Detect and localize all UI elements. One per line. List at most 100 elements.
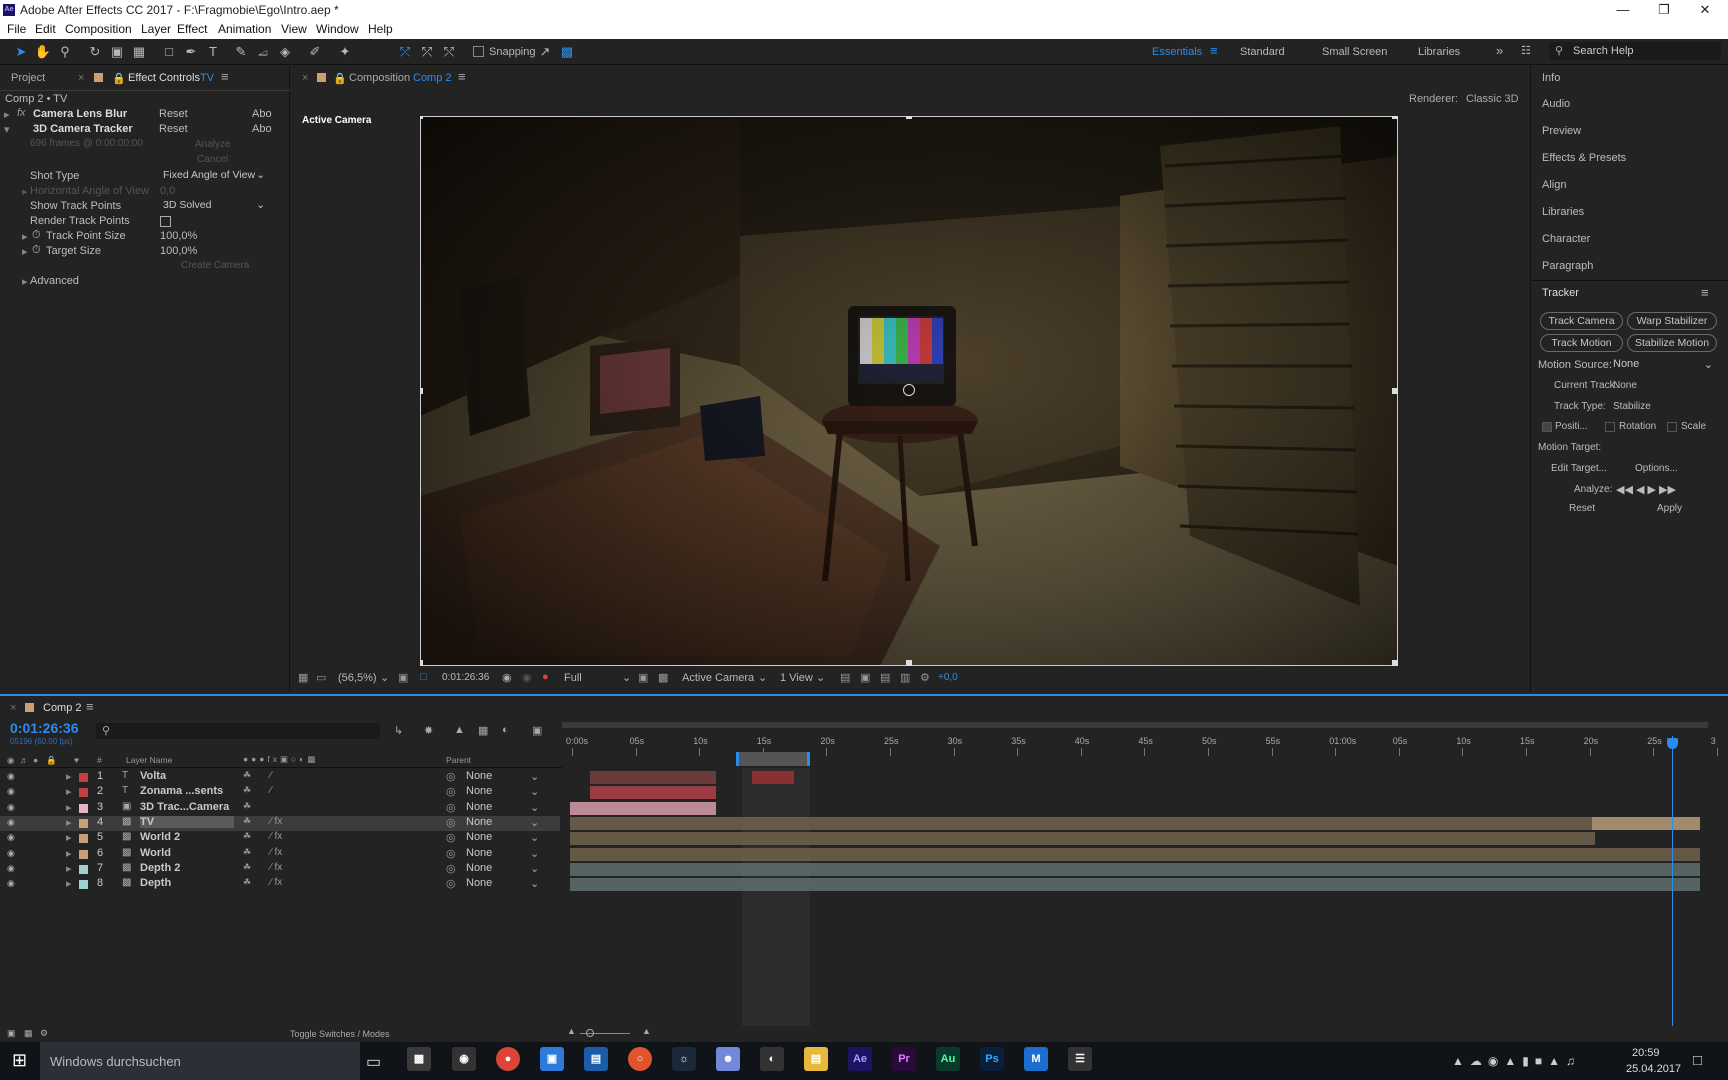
- pan-behind-tool-icon[interactable]: ▦: [130, 43, 148, 61]
- collapse-arrow-icon[interactable]: ▾: [4, 123, 10, 136]
- layer-duration-bar[interactable]: [570, 878, 1700, 892]
- about-link[interactable]: Abo: [252, 123, 272, 135]
- effect-controls-target[interactable]: TV: [200, 72, 214, 84]
- task-view-icon[interactable]: ▭: [366, 1052, 381, 1072]
- brush-tool-icon[interactable]: ✎: [232, 43, 250, 61]
- audition-icon[interactable]: Au: [936, 1047, 960, 1071]
- edit-target-button[interactable]: Edit Target...: [1551, 463, 1607, 474]
- maximize-button[interactable]: ❐: [1641, 0, 1687, 20]
- pickwhip-icon[interactable]: ◎: [446, 847, 456, 860]
- parent-dropdown[interactable]: None: [466, 770, 492, 782]
- panel-menu-icon[interactable]: ≡: [458, 69, 466, 84]
- shy-switch-icon[interactable]: ☘: [243, 877, 251, 888]
- workspace-essentials[interactable]: Essentials: [1152, 46, 1202, 58]
- transform-handle[interactable]: [1392, 388, 1398, 394]
- align-panel[interactable]: Align: [1542, 179, 1566, 191]
- clone-stamp-tool-icon[interactable]: ⧡: [254, 43, 272, 61]
- layer-row[interactable]: ◉ ▸ 7 ▩ Depth 2 ☘ ∕ fx ◎ None ⌄: [0, 862, 560, 877]
- workspace-standard[interactable]: Standard: [1240, 46, 1285, 58]
- scale-checkbox[interactable]: [1667, 422, 1677, 432]
- notifications-icon[interactable]: □: [1693, 1052, 1702, 1069]
- close-button[interactable]: ✕: [1682, 0, 1728, 20]
- rotate-tool-icon[interactable]: ↻: [86, 43, 104, 61]
- eye-icon[interactable]: ◉: [7, 848, 15, 859]
- workspace-menu-icon[interactable]: ≡: [1210, 43, 1218, 58]
- solo-icon[interactable]: ●: [33, 755, 38, 765]
- layer-name[interactable]: World 2: [140, 831, 180, 843]
- shy-switch-icon[interactable]: ☘: [243, 847, 251, 858]
- chrome-icon[interactable]: ●: [496, 1047, 520, 1071]
- apply-button[interactable]: Apply: [1657, 503, 1682, 514]
- shy-switch-icon[interactable]: ☘: [243, 801, 251, 812]
- reset-button[interactable]: Reset: [1569, 503, 1595, 514]
- close-tab-icon[interactable]: ×: [78, 72, 84, 84]
- show-track-points-dropdown[interactable]: 3D Solved ⌄: [163, 199, 265, 213]
- layer-row[interactable]: ◉ ▸ 6 ▩ World ☘ ∕ fx ◎ None ⌄: [0, 847, 560, 862]
- libraries-panel[interactable]: Libraries: [1542, 206, 1584, 218]
- fx-switch-icon[interactable]: ∕ fx: [270, 816, 282, 827]
- lock-icon[interactable]: 🔒: [46, 755, 57, 766]
- photoshop-icon[interactable]: Ps: [980, 1047, 1004, 1071]
- composition-viewer[interactable]: [420, 116, 1398, 666]
- system-tray-icons[interactable]: ▲☁◉▲▮■▲♫: [1452, 1054, 1581, 1068]
- snap-edges-icon[interactable]: ↗: [536, 43, 554, 61]
- layer-duration-bar[interactable]: [752, 771, 794, 784]
- character-panel[interactable]: Character: [1542, 233, 1590, 245]
- rectangle-tool-icon[interactable]: □: [160, 43, 178, 61]
- preview-panel[interactable]: Preview: [1542, 125, 1581, 137]
- paragraph-panel[interactable]: Paragraph: [1542, 260, 1593, 272]
- info-panel[interactable]: Info: [1542, 72, 1560, 84]
- pickwhip-icon[interactable]: ◎: [446, 770, 456, 783]
- expand-arrow-icon[interactable]: ▸: [22, 185, 28, 198]
- layer-name[interactable]: Zonama ...sents: [140, 785, 223, 797]
- render-track-points-checkbox[interactable]: [160, 216, 171, 227]
- shy-switch-icon[interactable]: ☘: [243, 816, 251, 827]
- menu-animation[interactable]: Animation: [218, 22, 271, 36]
- stabilize-motion-button[interactable]: Stabilize Motion: [1627, 334, 1717, 352]
- track-point-size-value[interactable]: 100,0%: [160, 230, 197, 242]
- flowchart-icon[interactable]: ▥: [900, 671, 910, 684]
- menu-layer[interactable]: Layer: [141, 22, 171, 36]
- local-axis-icon[interactable]: ⤱: [396, 43, 414, 61]
- shy-switch-icon[interactable]: ☘: [243, 770, 251, 781]
- layer-row[interactable]: ◉ ▸ 5 ▩ World 2 ☘ ∕ fx ◎ None ⌄: [0, 831, 560, 846]
- zoom-in-icon[interactable]: ▲: [642, 1026, 651, 1036]
- layer-duration-bar[interactable]: [590, 786, 716, 800]
- roto-brush-tool-icon[interactable]: ✐: [306, 43, 324, 61]
- clock-time[interactable]: 20:59: [1632, 1047, 1660, 1059]
- advanced-group[interactable]: Advanced: [30, 275, 79, 287]
- fx-switch-icon[interactable]: ∕: [270, 785, 272, 796]
- transform-handle[interactable]: [906, 116, 912, 119]
- work-area-range[interactable]: [736, 752, 810, 766]
- eye-icon[interactable]: ◉: [7, 863, 15, 874]
- parent-dropdown[interactable]: None: [466, 785, 492, 797]
- analyze-back-icon[interactable]: ◀◀ ◀ ▶ ▶▶: [1616, 483, 1676, 496]
- fx-switch-icon[interactable]: ∕ fx: [270, 847, 282, 858]
- always-preview-icon[interactable]: ▦: [298, 671, 308, 684]
- eye-icon[interactable]: ◉: [7, 802, 15, 813]
- layer-duration-bar[interactable]: [570, 847, 1700, 861]
- parent-dropdown[interactable]: None: [466, 877, 492, 889]
- app-icon[interactable]: ▣: [540, 1047, 564, 1071]
- exposure-value[interactable]: +0,0: [938, 672, 958, 683]
- type-tool-icon[interactable]: T: [204, 43, 222, 61]
- eye-icon[interactable]: ◉: [7, 771, 15, 782]
- pickwhip-icon[interactable]: ◎: [446, 816, 456, 829]
- draft-3d-icon[interactable]: ✸: [424, 724, 433, 737]
- zoom-out-icon[interactable]: ▲: [567, 1026, 576, 1036]
- transfer-controls-icon[interactable]: ▦: [24, 1028, 33, 1039]
- label-color-swatch[interactable]: [79, 773, 88, 782]
- app-icon[interactable]: ▤: [584, 1047, 608, 1071]
- current-track-value[interactable]: None: [1613, 380, 1637, 391]
- layer-name[interactable]: World: [140, 847, 171, 859]
- region-of-interest-icon[interactable]: ▣: [638, 671, 648, 684]
- expand-arrow-icon[interactable]: ▸: [66, 831, 72, 844]
- shy-switch-icon[interactable]: ☘: [243, 862, 251, 873]
- expand-arrow-icon[interactable]: ▸: [66, 816, 72, 829]
- layer-duration-bar[interactable]: [570, 832, 1595, 846]
- layer-switches-icon[interactable]: ▣: [7, 1028, 16, 1039]
- layer-duration-bar[interactable]: [570, 816, 1700, 830]
- current-time-indicator[interactable]: [1672, 736, 1673, 1032]
- current-timecode[interactable]: 0:01:26:36: [10, 720, 79, 736]
- toggle-switches-modes[interactable]: Toggle Switches / Modes: [290, 1029, 390, 1039]
